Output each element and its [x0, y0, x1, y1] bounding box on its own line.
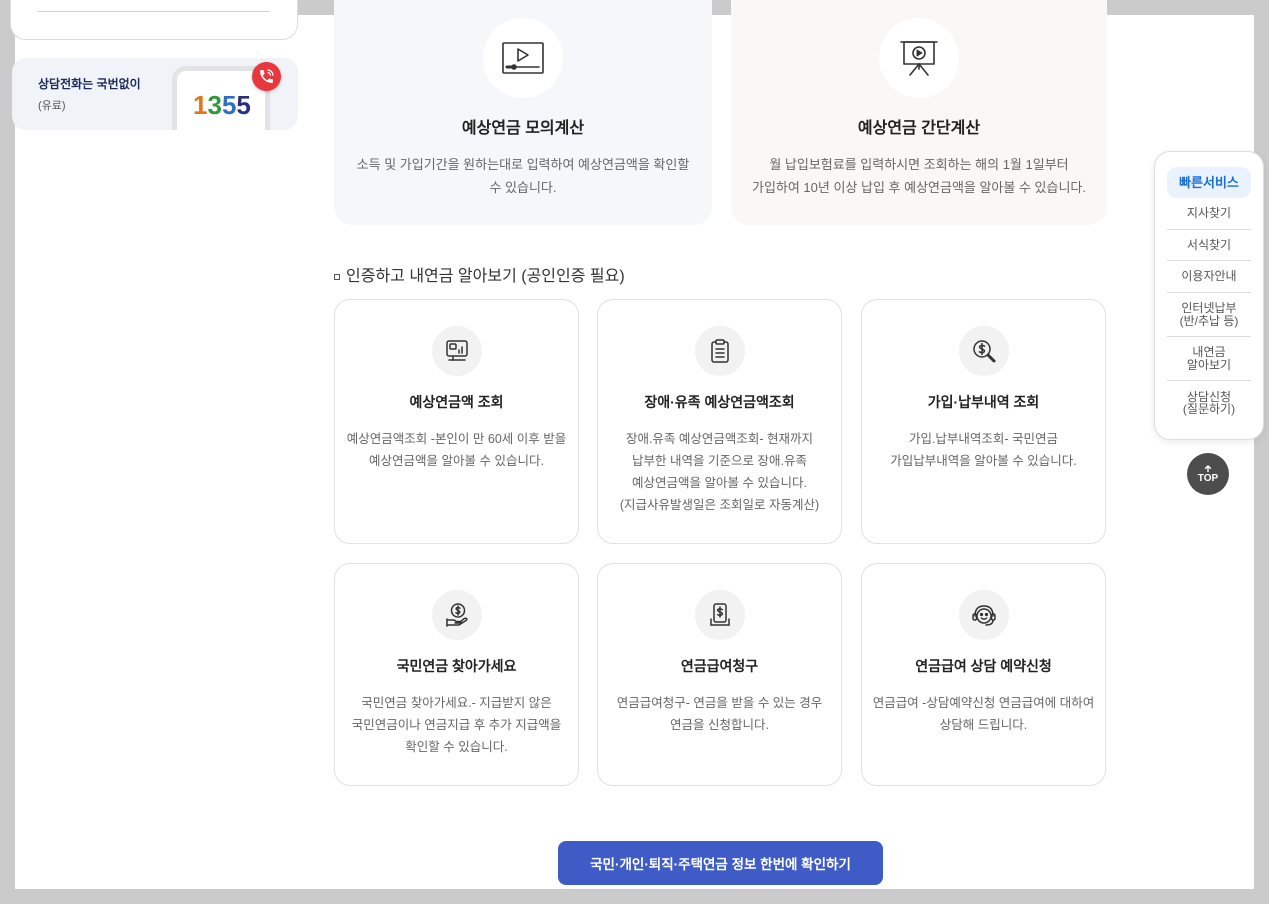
card-title: 예상연금 간단계산 [857, 120, 981, 137]
quick-item-consultation[interactable]: 상담신청 (질문하기) [1167, 381, 1251, 425]
quick-item-my-pension[interactable]: 내연금 알아보기 [1167, 337, 1251, 381]
phone-call-icon [252, 62, 281, 91]
quick-item-branch-finder[interactable]: 지사찾기 [1167, 198, 1251, 230]
card-description: 가입.납부내역조회- 국민연금 가입납부내역을 알아볼 수 있습니다. [890, 432, 1077, 468]
document-dollar-icon [694, 590, 745, 640]
card-title: 예상연금 모의계산 [461, 120, 585, 137]
card-title: 연금급여청구 [680, 658, 759, 674]
number-digit: 5 [236, 90, 251, 120]
quick-menu-title: 빠른서비스 [1167, 167, 1251, 198]
section-heading-text: 인증하고 내연금 알아보기 (공인인증 필요) [346, 268, 625, 285]
search-dollar-icon [958, 326, 1009, 376]
hand-coin-icon [431, 590, 482, 640]
section-heading: 인증하고 내연금 알아보기 (공인인증 필요) [334, 266, 625, 288]
number-digit: 3 [207, 90, 222, 120]
monitor-chart-icon [431, 326, 482, 376]
card-description: 연금급여 -상담예약신청 연금급여에 대하여 상담해 드립니다. [872, 696, 1095, 732]
arrow-up-icon [1204, 464, 1212, 472]
call-center-number: 1355 [193, 90, 251, 120]
card-title: 예상연금액 조회 [409, 394, 504, 410]
quick-service-menu: 빠른서비스 지사찾기 서식찾기 이용자안내 인터넷납부 (반/추납 등) 내연금… [1154, 151, 1264, 440]
card-title: 장애·유족 예상연금액조회 [644, 394, 795, 410]
clipboard-icon [694, 326, 745, 376]
card-description: 연금급여청구- 연금을 받을 수 있는 경우 연금을 신청합니다. [616, 696, 823, 732]
scroll-top-button[interactable]: TOP [1187, 453, 1229, 495]
card-description: 예상연금액조회 -본인이 만 60세 이후 받을 예상연금액을 알아볼 수 있습… [346, 432, 567, 468]
quick-item-internet-payment[interactable]: 인터넷납부 (반/추납 등) [1167, 293, 1251, 337]
card-description: 월 납입보험료를 입력하시면 조회하는 해의 1월 1일부터 가입하여 10년 … [751, 157, 1086, 195]
service-card-payment-history[interactable]: 가입·납부내역 조회 가입.납부내역조회- 국민연금 가입납부내역을 알아볼 수… [861, 299, 1106, 544]
card-title: 연금급여 상담 예약신청 [915, 658, 1052, 674]
quick-item-user-guide[interactable]: 이용자안내 [1167, 261, 1251, 293]
all-pension-info-button[interactable]: 국민·개인·퇴직·주택연금 정보 한번에 확인하기 [558, 841, 883, 885]
card-description: 장애.유족 예상연금액조회- 현재까지 납부한 내역을 기준으로 장애.유족 예… [619, 432, 820, 512]
card-description: 국민연금 찾아가세요.- 지급받지 않은 국민연금이나 연금지급 후 추가 지급… [351, 696, 562, 754]
simple-calculation-card[interactable]: 예상연금 간단계산 월 납입보험료를 입력하시면 조회하는 해의 1월 1일부터… [731, 0, 1107, 225]
sidebar-menu-box [10, 0, 298, 40]
sidebar-divider [38, 11, 270, 12]
square-bullet-icon [334, 274, 340, 280]
service-card-find-pension[interactable]: 국민연금 찾아가세요 국민연금 찾아가세요.- 지급받지 않은 국민연금이나 연… [334, 563, 579, 786]
service-card-consultation-booking[interactable]: 연금급여 상담 예약신청 연금급여 -상담예약신청 연금급여에 대하여 상담해 … [861, 563, 1106, 786]
number-digit: 5 [221, 90, 237, 120]
service-card-expected-pension[interactable]: 예상연금액 조회 예상연금액조회 -본인이 만 60세 이후 받을 예상연금액을… [334, 299, 579, 544]
card-title: 국민연금 찾아가세요 [396, 658, 517, 674]
call-center-note: (유료) [38, 100, 66, 112]
call-center-title: 상담전화는 국번없이 [38, 77, 141, 91]
quick-item-form-finder[interactable]: 서식찾기 [1167, 230, 1251, 261]
service-card-benefit-claim[interactable]: 연금급여청구 연금급여청구- 연금을 받을 수 있는 경우 연금을 신청합니다. [597, 563, 842, 786]
service-card-disability-survivor[interactable]: 장애·유족 예상연금액조회 장애.유족 예상연금액조회- 현재까지 납부한 내역… [597, 299, 842, 544]
card-description: 소득 및 가입기간을 원하는대로 입력하여 예상연금액을 확인할 수 있습니다. [356, 157, 690, 195]
number-digit: 1 [193, 90, 208, 120]
video-monitor-icon [483, 18, 563, 98]
headset-icon [958, 590, 1009, 640]
scroll-top-label: TOP [1197, 472, 1219, 484]
card-title: 가입·납부내역 조회 [927, 394, 1040, 410]
mock-calculation-card[interactable]: 예상연금 모의계산 소득 및 가입기간을 원하는대로 입력하여 예상연금액을 확… [334, 0, 712, 225]
presentation-play-icon [879, 18, 959, 98]
